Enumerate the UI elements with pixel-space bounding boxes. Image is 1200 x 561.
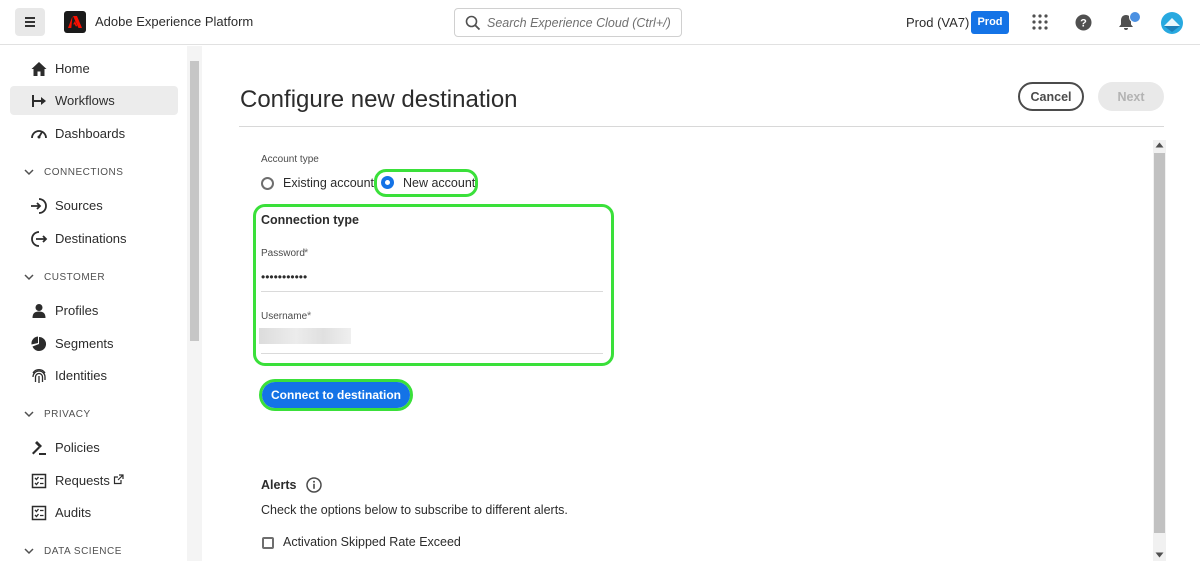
profile-icon (32, 304, 46, 318)
home-icon (31, 62, 47, 76)
nav-item-identities[interactable]: Identities (10, 361, 178, 390)
help-icon[interactable]: ? (1075, 14, 1092, 31)
notification-dot (1129, 11, 1141, 23)
nav-label: Destinations (55, 231, 127, 246)
main-content: Configure new destination Cancel Next Ac… (202, 46, 1200, 561)
scrollbar-thumb[interactable] (1154, 153, 1165, 533)
sandbox-badge[interactable]: Prod (971, 11, 1009, 34)
nav-item-segments[interactable]: Segments (10, 329, 178, 358)
top-bar: Adobe Experience Platform Prod (VA7) Pro… (0, 0, 1200, 45)
nav-label: Requests (55, 473, 110, 488)
chevron-down-icon (24, 411, 34, 418)
scroll-up-arrow-icon[interactable] (1155, 142, 1164, 148)
main-scrollbar[interactable] (1153, 140, 1166, 561)
nav-label: Policies (55, 440, 100, 455)
nav-label: Segments (55, 336, 114, 351)
dashboards-icon (31, 130, 47, 139)
nav-item-audits[interactable]: Audits (10, 498, 178, 527)
gavel-icon (32, 441, 46, 455)
nav-item-dashboards[interactable]: Dashboards (10, 119, 178, 148)
nav-item-profiles[interactable]: Profiles (10, 296, 178, 325)
nav-label: Home (55, 61, 90, 76)
next-button[interactable]: Next (1098, 82, 1164, 111)
segments-icon (31, 336, 47, 351)
nav-label: Sources (55, 198, 103, 213)
external-link-icon (113, 474, 124, 485)
existing-account-label[interactable]: Existing account (283, 176, 374, 190)
chevron-down-icon (24, 169, 34, 176)
nav-label: Workflows (55, 93, 115, 108)
adobe-logo-icon[interactable] (64, 11, 86, 33)
password-label: Password (261, 248, 305, 259)
connection-type-title: Connection type (261, 213, 359, 227)
nav-item-home[interactable]: Home (10, 54, 178, 83)
sidebar-scrollbar[interactable] (187, 46, 202, 561)
nav-item-destinations[interactable]: Destinations (10, 224, 178, 253)
nav-item-sources[interactable]: Sources (10, 191, 178, 220)
alerts-description: Check the options below to subscribe to … (261, 503, 568, 517)
required-marker: * (307, 310, 312, 322)
field-underline (261, 353, 603, 354)
cancel-button[interactable]: Cancel (1018, 82, 1084, 111)
scrollbar-thumb[interactable] (190, 61, 199, 341)
page-title: Configure new destination (240, 86, 518, 113)
password-field[interactable]: ••••••••••• (261, 270, 307, 284)
destinations-icon (31, 231, 48, 247)
new-account-radio[interactable] (381, 176, 394, 189)
nav-label: Audits (55, 505, 92, 520)
svg-text:?: ? (1080, 18, 1087, 30)
chevron-down-icon (24, 274, 34, 281)
audits-icon (31, 505, 47, 521)
search-box[interactable] (454, 8, 682, 37)
existing-account-radio[interactable] (261, 177, 274, 190)
search-input[interactable] (487, 13, 677, 33)
apps-grid-icon[interactable] (1032, 14, 1048, 30)
chevron-down-icon (24, 548, 34, 555)
nav-label: Identities (55, 368, 108, 383)
left-nav: Home Workflows Dashboards CONNECTIONS So… (0, 46, 187, 561)
workflows-icon (32, 95, 46, 107)
search-icon (465, 15, 481, 31)
account-type-label: Account type (261, 154, 319, 165)
required-marker: * (304, 247, 309, 259)
alerts-title: Alerts (261, 478, 297, 492)
username-field[interactable] (259, 328, 351, 344)
username-label: Username (261, 311, 308, 322)
activation-skipped-rate-checkbox[interactable] (262, 537, 274, 549)
fingerprint-icon (32, 369, 46, 383)
requests-icon (31, 473, 47, 489)
field-underline (261, 291, 603, 292)
menu-icon[interactable] (15, 8, 45, 36)
org-name[interactable]: Prod (VA7) (906, 15, 969, 30)
info-icon[interactable] (306, 477, 322, 493)
new-account-label[interactable]: New account (403, 176, 475, 190)
divider (239, 126, 1164, 127)
user-avatar-icon[interactable] (1161, 12, 1183, 34)
nav-item-policies[interactable]: Policies (10, 433, 178, 462)
nav-item-requests[interactable]: Requests (10, 466, 178, 495)
sources-icon (31, 198, 47, 214)
connect-to-destination-button[interactable]: Connect to destination (262, 382, 410, 408)
activation-skipped-rate-label[interactable]: Activation Skipped Rate Exceed (283, 535, 461, 549)
app-title[interactable]: Adobe Experience Platform (95, 14, 253, 29)
nav-label: Profiles (55, 303, 99, 318)
scroll-down-arrow-icon[interactable] (1155, 552, 1164, 558)
nav-item-workflows[interactable]: Workflows (10, 86, 178, 115)
nav-label: Dashboards (55, 126, 126, 141)
